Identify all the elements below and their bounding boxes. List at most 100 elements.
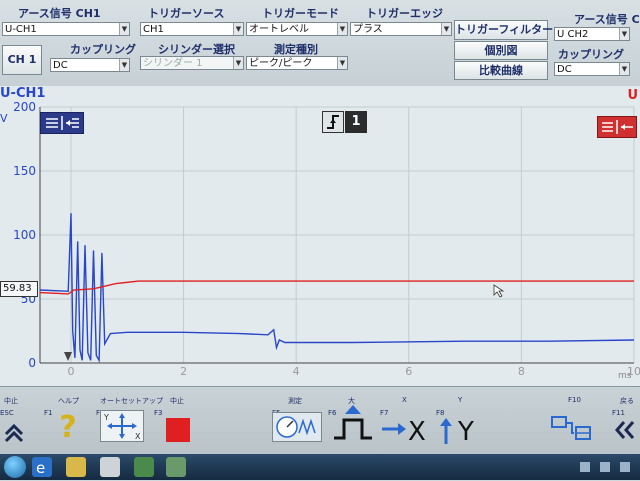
chevron-down-icon: ▼ <box>619 63 629 75</box>
large-button[interactable] <box>330 402 376 444</box>
trigger-source-select[interactable]: CH1 ▼ <box>140 22 244 36</box>
ie-icon[interactable]: e <box>32 457 52 477</box>
esc-key-label: ESC <box>0 409 14 417</box>
y-label: Y <box>458 396 463 404</box>
mouse-cursor-icon <box>493 284 505 298</box>
help-key-label: F1 <box>44 409 53 417</box>
autosetup-arrows-icon: YX <box>103 413 141 441</box>
pause-key-label: F3 <box>154 409 163 417</box>
chevron-down-icon: ▼ <box>337 57 347 69</box>
x-tick-label: 2 <box>180 365 187 378</box>
x-label: X <box>402 396 407 404</box>
help-label: ヘルプ <box>58 397 79 405</box>
double-chevron-left-icon <box>615 421 635 439</box>
x-tick-labels: 0 2 4 6 8 10 <box>67 365 640 378</box>
app-window-icon[interactable] <box>100 457 120 477</box>
arrow-right-x-icon: X <box>382 417 426 447</box>
trigger-source-label: トリガーソース <box>148 7 225 20</box>
scroll-up-button[interactable] <box>0 418 28 446</box>
trigger-mode-label: トリガーモード <box>262 7 339 20</box>
ch2-waveform-line <box>39 280 634 295</box>
square-wave-up-icon <box>334 405 372 440</box>
autosetup-button[interactable]: YX <box>100 410 144 442</box>
x-zoom-button[interactable]: X <box>380 412 432 447</box>
esc-stop-label: 中止 <box>4 397 18 405</box>
y-zoom-button[interactable]: Y <box>436 412 488 447</box>
x-tick-label: 8 <box>518 365 525 378</box>
tray-flag-icon[interactable] <box>580 462 590 472</box>
ch1-button[interactable]: CH 1 <box>2 45 42 75</box>
compare-curve-button[interactable]: 比較曲線 <box>454 61 548 80</box>
folder-icon[interactable] <box>66 457 86 477</box>
scale-lines-icon <box>602 120 633 134</box>
cylinder-label: シリンダー選択 <box>158 43 235 56</box>
cylinder-select[interactable]: シリンダー 1 ▼ <box>140 56 244 70</box>
trigger-edge-label: トリガーエッジ <box>366 7 443 20</box>
y-tick-label: 100 <box>13 228 36 242</box>
scale-lines-icon <box>46 116 79 130</box>
ch2-coupling-select[interactable]: DC ▼ <box>554 62 630 76</box>
y-tick-label: 200 <box>13 100 36 114</box>
grid <box>40 106 635 364</box>
layout-switch-icon <box>551 416 591 440</box>
svg-text:Y: Y <box>457 417 474 446</box>
y-tick-label: 0 <box>28 356 36 370</box>
help-question-icon[interactable]: ? <box>54 412 82 444</box>
autosetup-label: オートセットアップ <box>100 397 163 405</box>
arrow-up-y-icon: Y <box>440 417 474 447</box>
pause-label: 中止 <box>170 397 184 405</box>
x-tick-label: 4 <box>293 365 300 378</box>
chevron-down-icon: ▼ <box>233 57 243 69</box>
back-button[interactable] <box>612 416 638 444</box>
svg-text:e: e <box>36 459 45 477</box>
diagnostic-app-icon[interactable] <box>134 457 154 477</box>
tool-app-icon[interactable] <box>166 457 186 477</box>
ch1-title: アース信号 CH1 <box>18 7 101 20</box>
start-button[interactable] <box>4 456 26 478</box>
ch2-channel-select[interactable]: U CH2 ▼ <box>554 27 630 41</box>
double-chevron-up-icon <box>4 423 24 443</box>
x-tick-label: 0 <box>67 365 74 378</box>
f10-key-label: F10 <box>568 396 581 404</box>
windows-taskbar: e <box>0 454 640 480</box>
x-tick-label: 6 <box>405 365 412 378</box>
trigger-mode-select[interactable]: オートレベル ▼ <box>246 22 348 36</box>
individual-view-button[interactable]: 個別図 <box>454 41 548 60</box>
measure-type-label: 測定種別 <box>274 43 318 56</box>
ch1-coupling-label: カップリング <box>70 43 136 56</box>
oscilloscope-graph[interactable]: 200 150 100 50 0 0 2 4 6 8 10 U-CH1 V U 1 59.83 m… <box>0 86 640 386</box>
x-unit-label: ms <box>618 371 632 381</box>
control-panel: アース信号 CH1 U-CH1 ▼ CH 1 カップリング DC ▼ トリガーソース… <box>0 0 640 87</box>
trigger-channel-badge: 1 <box>345 111 367 133</box>
cursor-value-box[interactable]: 59.83 <box>0 281 38 297</box>
svg-text:Y: Y <box>103 413 109 422</box>
graph-unit-label: V <box>0 112 8 125</box>
ch1-scale-handle[interactable] <box>40 112 84 134</box>
graph-channel-label: U-CH1 <box>0 86 46 101</box>
trigger-edge-select[interactable]: プラス ▼ <box>350 22 452 36</box>
trigger-filter-button[interactable]: トリガーフィルター <box>454 20 553 40</box>
f10-layout-button[interactable] <box>548 413 598 443</box>
chevron-down-icon: ▼ <box>619 28 629 40</box>
chevron-down-icon: ▼ <box>337 23 347 35</box>
measure-toolbar-label: 測定 <box>288 397 302 405</box>
ch1-channel-select[interactable]: U-CH1 ▼ <box>2 22 130 36</box>
back-label: 戻る <box>620 397 634 405</box>
graph-right-channel-label: U <box>627 88 638 103</box>
waveform-measure-icon <box>276 416 316 438</box>
trigger-edge-icon[interactable] <box>322 111 344 133</box>
y-tick-label: 150 <box>13 164 36 178</box>
tray-network-icon[interactable] <box>600 462 610 472</box>
waveform-plot: 200150100500 0 2 4 6 8 10 <box>13 100 640 378</box>
y-tick-labels: 200150100500 <box>13 100 36 370</box>
ch2-scale-handle[interactable] <box>597 116 637 138</box>
stop-square-button[interactable] <box>166 418 190 442</box>
measure-type-select[interactable]: ピーク/ピーク ▼ <box>246 56 348 70</box>
svg-text:X: X <box>135 432 141 441</box>
ch1-coupling-select[interactable]: DC ▼ <box>50 58 130 72</box>
function-toolbar: 中止 ESC ヘルプ F1 ? オートセットアップ F2 YX 中止 F3 測定… <box>0 386 640 455</box>
tray-volume-icon[interactable] <box>620 462 630 472</box>
chevron-down-icon: ▼ <box>441 23 451 35</box>
measure-button[interactable] <box>272 412 322 442</box>
svg-text:X: X <box>408 417 426 446</box>
